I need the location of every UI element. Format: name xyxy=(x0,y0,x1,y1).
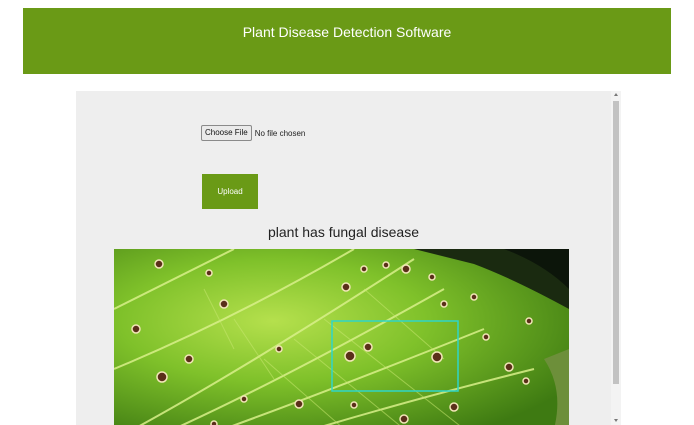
scrollbar[interactable] xyxy=(611,91,621,425)
file-status-text: No file chosen xyxy=(254,128,306,138)
main-panel: Choose File No file chosen Upload plant … xyxy=(76,91,621,425)
result-text: plant has fungal disease xyxy=(268,224,419,240)
scroll-up-icon[interactable] xyxy=(614,93,618,96)
file-input-row: Choose File No file chosen xyxy=(201,125,305,141)
upload-button[interactable]: Upload xyxy=(202,174,258,209)
choose-file-button[interactable]: Choose File xyxy=(201,125,252,141)
leaf-image xyxy=(114,249,569,425)
app-title: Plant Disease Detection Software xyxy=(242,24,452,40)
scroll-down-icon[interactable] xyxy=(614,419,618,422)
scroll-thumb[interactable] xyxy=(613,101,619,384)
app-header: Plant Disease Detection Software xyxy=(23,8,671,74)
